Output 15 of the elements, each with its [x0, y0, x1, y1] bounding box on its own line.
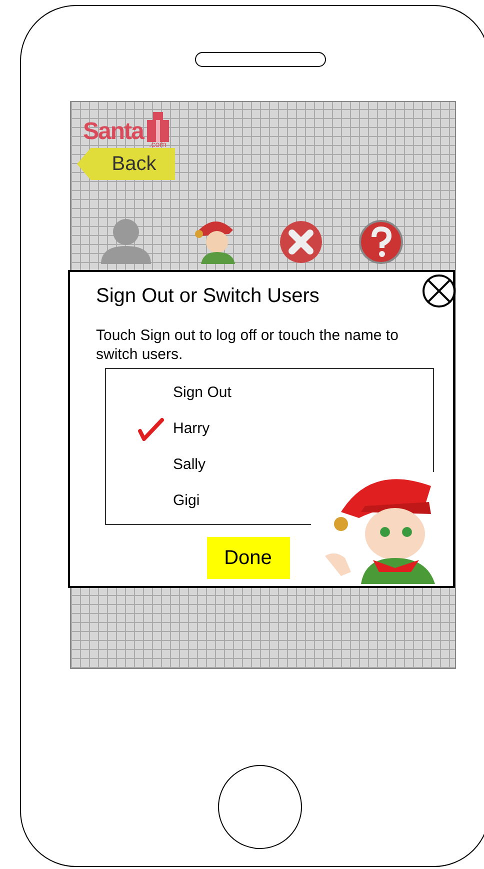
user-option[interactable]: Sign Out	[173, 384, 232, 402]
back-button[interactable]: Back	[77, 148, 175, 180]
user-option[interactable]: Sally	[173, 456, 206, 473]
user-option[interactable]: Gigi	[173, 492, 200, 509]
logo-text: Santa	[83, 118, 144, 146]
logo-domain-text: .com	[149, 140, 166, 149]
user-option[interactable]: Harry	[173, 420, 210, 438]
dialog-title: Sign Out or Switch Users	[96, 285, 320, 308]
close-icon[interactable]	[422, 274, 456, 308]
done-button[interactable]: Done	[206, 537, 290, 579]
cancel-icon[interactable]	[279, 220, 323, 264]
dialog-message: Touch Sign out to log off or touch the name to switch users.	[96, 326, 400, 364]
gift-icon	[145, 112, 172, 142]
help-icon[interactable]	[359, 220, 403, 264]
home-button[interactable]	[218, 765, 302, 849]
